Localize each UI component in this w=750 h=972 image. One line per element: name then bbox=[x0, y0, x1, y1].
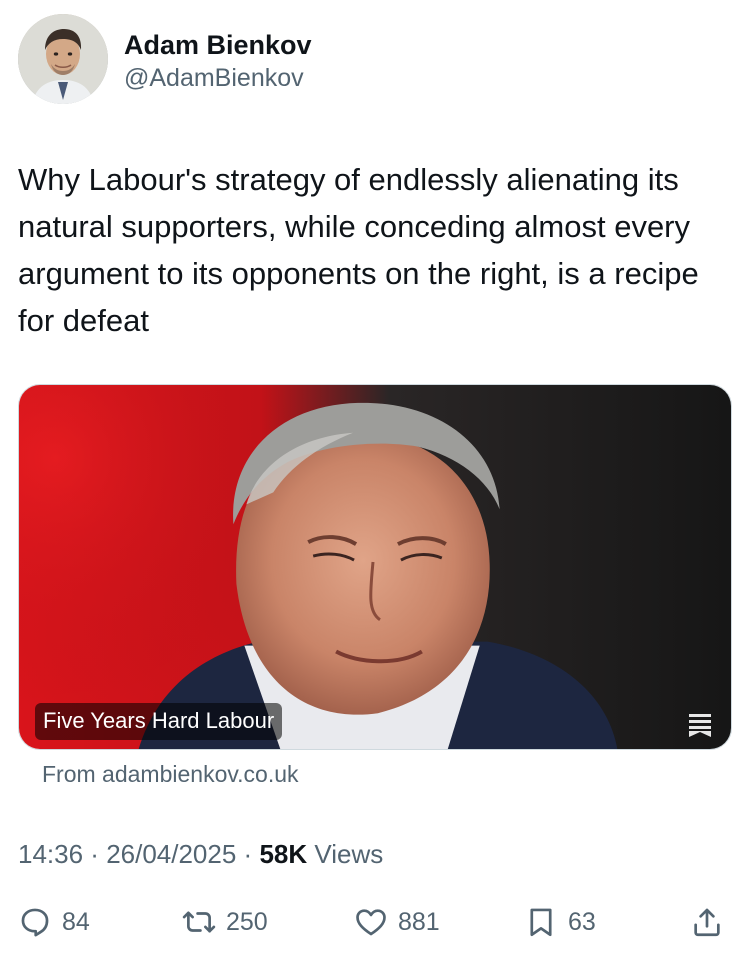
share-button[interactable] bbox=[690, 900, 724, 944]
link-card[interactable]: Five Years Hard Labour bbox=[18, 384, 732, 750]
reply-icon bbox=[21, 908, 49, 937]
tweet-date[interactable]: 26/04/2025 bbox=[106, 839, 236, 869]
like-count: 881 bbox=[398, 907, 440, 936]
reply-button[interactable]: 84 bbox=[18, 900, 90, 944]
tweet-time[interactable]: 14:36 bbox=[18, 839, 83, 869]
repost-count: 250 bbox=[226, 907, 268, 936]
repost-button[interactable]: 250 bbox=[182, 900, 268, 944]
reply-count: 84 bbox=[62, 907, 90, 936]
action-bar: 84 250 881 63 bbox=[18, 900, 732, 944]
repost-icon bbox=[182, 911, 216, 933]
avatar-portrait bbox=[18, 14, 108, 104]
article-icon bbox=[689, 714, 711, 737]
author-handle[interactable]: @AdamBienkov bbox=[124, 62, 312, 94]
tweet-header: Adam Bienkov @AdamBienkov bbox=[18, 14, 732, 110]
avatar[interactable] bbox=[18, 14, 108, 104]
author-names: Adam Bienkov @AdamBienkov bbox=[124, 28, 312, 94]
tweet-text: Why Labour's strategy of endlessly alien… bbox=[18, 162, 699, 338]
card-source[interactable]: From adambienkov.co.uk bbox=[42, 758, 299, 790]
share-icon bbox=[694, 908, 720, 937]
author-display-name[interactable]: Adam Bienkov bbox=[124, 28, 312, 62]
heart-icon bbox=[356, 909, 386, 936]
card-title: Five Years Hard Labour bbox=[35, 703, 283, 740]
bookmark-button[interactable]: 63 bbox=[524, 900, 596, 944]
meta-separator: · bbox=[236, 839, 260, 869]
views-count: 58K bbox=[259, 839, 308, 869]
like-button[interactable]: 881 bbox=[354, 900, 440, 944]
bookmark-count: 63 bbox=[568, 907, 596, 936]
bookmark-icon bbox=[530, 908, 552, 937]
tweet-meta: 14:36 · 26/04/2025 · 58K Views bbox=[18, 836, 383, 872]
views-label: Views bbox=[307, 839, 384, 869]
card-image bbox=[19, 385, 731, 749]
meta-separator: · bbox=[83, 839, 107, 869]
